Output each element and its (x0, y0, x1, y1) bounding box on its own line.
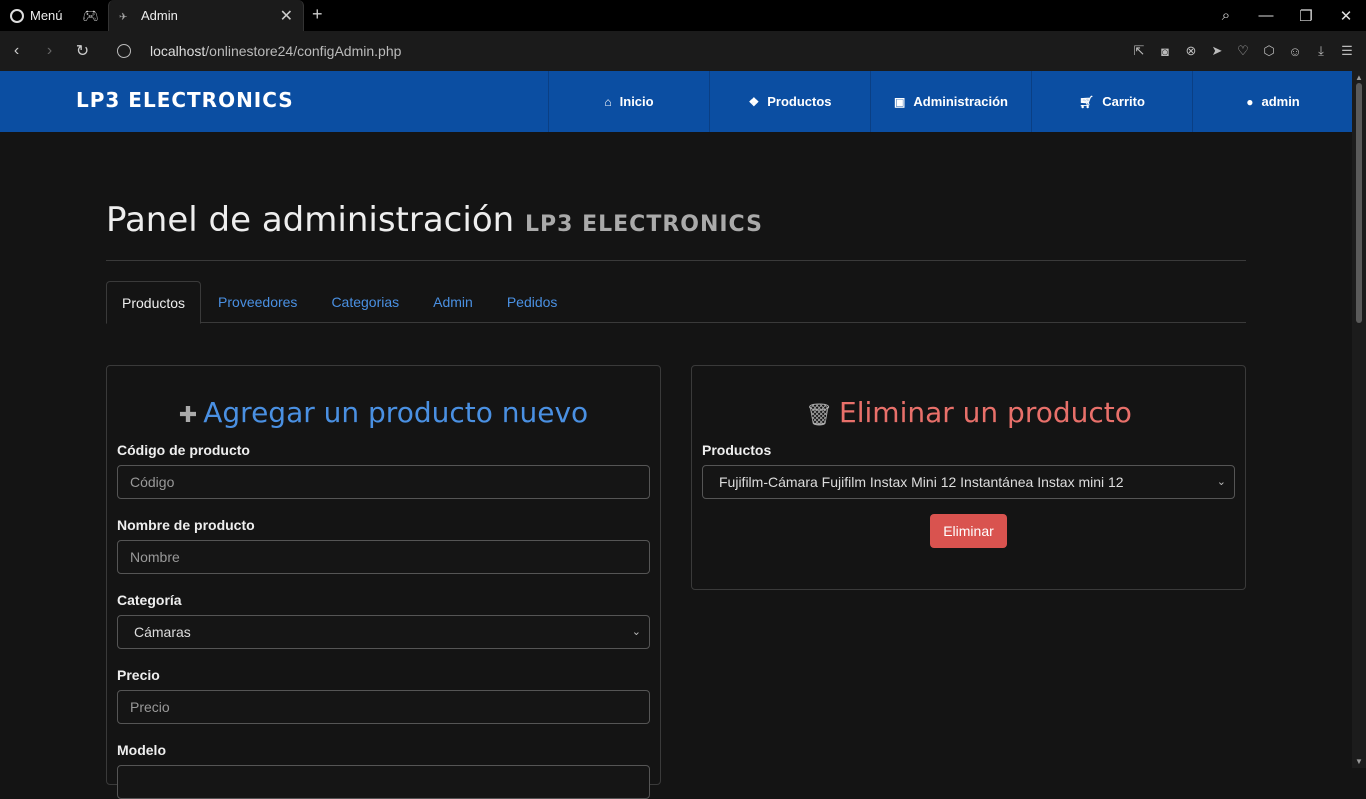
browser-toolbar: ⇱ ◙ ⊗ ➤ ♡ ⬡ ☺ ⤓ ☰ (1126, 31, 1360, 71)
category-label: Categoría (117, 592, 182, 608)
share-icon[interactable]: ⇱ (1126, 43, 1152, 59)
nav-item-admin[interactable]: ● admin (1192, 71, 1353, 132)
url-path: /onlinestore24/configAdmin.php (205, 43, 402, 59)
name-label: Nombre de producto (117, 517, 255, 533)
plus-icon: ✚ (178, 403, 198, 428)
code-label: Código de producto (117, 442, 250, 458)
minimize-icon[interactable]: — (1246, 7, 1286, 24)
nav-item-label: Productos (767, 94, 832, 109)
nav-item-label: Administración (913, 94, 1008, 109)
nav-item-label: admin (1261, 94, 1300, 109)
tab-pedidos[interactable]: Pedidos (490, 281, 575, 323)
profile-icon[interactable]: ☺ (1282, 44, 1308, 59)
opera-logo-icon (10, 8, 24, 23)
price-label: Precio (117, 667, 160, 683)
browser-menu-label: Menú (30, 8, 63, 23)
cube-icon[interactable]: ⬡ (1256, 43, 1282, 59)
nav-menu: ⌂ Inicio ❖ Productos ▣ Administración 🛒︎… (548, 71, 1353, 132)
trash-icon: 🗑︎ (805, 403, 834, 428)
category-select[interactable]: Cámaras ⌄ (117, 615, 650, 649)
briefcase-icon: ▣ (894, 94, 906, 109)
name-input[interactable]: Nombre (117, 540, 650, 574)
price-input[interactable]: Precio (117, 690, 650, 724)
forward-icon[interactable]: › (33, 42, 66, 60)
nav-item-inicio[interactable]: ⌂ Inicio (548, 71, 709, 132)
code-input[interactable]: Código (117, 465, 650, 499)
page-scrollbar[interactable]: ▲ ▼ (1352, 71, 1366, 768)
nav-item-administracion[interactable]: ▣ Administración (870, 71, 1031, 132)
divider (106, 260, 1246, 261)
add-product-card: ✚ Agregar un producto nuevo Código de pro… (106, 365, 661, 799)
browser-tabbar: Menú 🎮︎ ✈ Admin ✕ + ⌕ — ❐ ✕ (0, 0, 1366, 31)
nav-item-carrito[interactable]: 🛒︎ Carrito (1031, 71, 1192, 132)
chevron-down-icon: ⌄ (631, 626, 641, 638)
model-label: Modelo (117, 742, 166, 758)
tab-proveedores[interactable]: Proveedores (201, 281, 314, 323)
add-product-title-text: Agregar un producto nuevo (203, 396, 589, 429)
home-icon: ⌂ (604, 94, 612, 109)
model-input[interactable] (117, 765, 650, 799)
adblock-icon[interactable]: ⊗ (1178, 43, 1204, 59)
products-label: Productos (702, 442, 772, 458)
window-controls: ⌕ — ❐ ✕ (1206, 0, 1366, 31)
globe-icon (117, 44, 131, 58)
camera-icon[interactable]: ◙ (1152, 44, 1178, 59)
tab-productos[interactable]: Productos (106, 281, 202, 324)
browser-tab-admin[interactable]: ✈ Admin ✕ (108, 0, 304, 31)
address-bar: ‹ › ↻ localhost/onlinestore24/configAdmi… (0, 31, 1366, 71)
send-icon[interactable]: ➤ (1204, 43, 1230, 59)
new-tab-icon[interactable]: + (312, 4, 323, 25)
chevron-down-icon: ⌄ (1216, 476, 1226, 488)
delete-product-title-text: Eliminar un producto (839, 396, 1132, 429)
delete-product-card: 🗑︎ Eliminar un producto Productos Fujifil… (691, 365, 1246, 590)
product-select-value: Fujifilm-Cámara Fujifilm Instax Mini 12 … (719, 474, 1124, 490)
add-product-title: ✚ Agregar un producto nuevo (107, 396, 660, 429)
brand-logo[interactable]: LP3 ELECTRONICS (76, 88, 294, 112)
site-navbar: LP3 ELECTRONICS ⌂ Inicio ❖ Productos ▣ A… (0, 71, 1352, 132)
nav-item-productos[interactable]: ❖ Productos (709, 71, 870, 132)
scroll-thumb[interactable] (1356, 83, 1362, 323)
url-host: localhost (150, 43, 206, 59)
user-icon: ● (1246, 94, 1254, 109)
page-title: Panel de administración LP3 ELECTRONICS (106, 200, 763, 240)
restore-icon[interactable]: ❐ (1286, 7, 1326, 25)
download-icon[interactable]: ⤓ (1308, 43, 1334, 59)
url-field[interactable]: localhost/onlinestore24/configAdmin.php (150, 43, 401, 59)
search-icon[interactable]: ⌕ (1206, 7, 1246, 24)
tab-categorias[interactable]: Categorias (314, 281, 416, 323)
delete-product-title: 🗑︎ Eliminar un producto (692, 396, 1245, 429)
scroll-down-icon[interactable]: ▼ (1352, 757, 1366, 766)
scroll-up-icon[interactable]: ▲ (1352, 73, 1366, 82)
tab-close-icon[interactable]: ✕ (280, 6, 293, 26)
window-close-icon[interactable]: ✕ (1326, 7, 1366, 25)
browser-menu-button[interactable]: Menú 🎮︎ (0, 0, 109, 31)
delete-button[interactable]: Eliminar (930, 514, 1007, 548)
tab-admin[interactable]: Admin (416, 281, 490, 323)
gamepad-icon[interactable]: 🎮︎ (83, 8, 100, 24)
reload-icon[interactable]: ↻ (66, 41, 99, 61)
product-select[interactable]: Fujifilm-Cámara Fujifilm Instax Mini 12 … (702, 465, 1235, 499)
back-icon[interactable]: ‹ (0, 42, 33, 60)
tab-favicon-icon: ✈ (119, 11, 128, 23)
admin-tabs: Productos Proveedores Categorias Admin P… (106, 281, 1246, 324)
tab-title: Admin (141, 8, 178, 23)
heart-icon[interactable]: ♡ (1230, 43, 1256, 59)
page-title-text: Panel de administración (106, 200, 515, 240)
page-title-brand: LP3 ELECTRONICS (524, 212, 763, 237)
cart-icon: 🛒︎ (1079, 94, 1095, 109)
category-select-value: Cámaras (134, 624, 191, 640)
settings-menu-icon[interactable]: ☰ (1334, 43, 1360, 59)
nav-item-label: Inicio (619, 94, 654, 109)
dropbox-icon: ❖ (748, 94, 760, 109)
nav-item-label: Carrito (1102, 94, 1145, 109)
